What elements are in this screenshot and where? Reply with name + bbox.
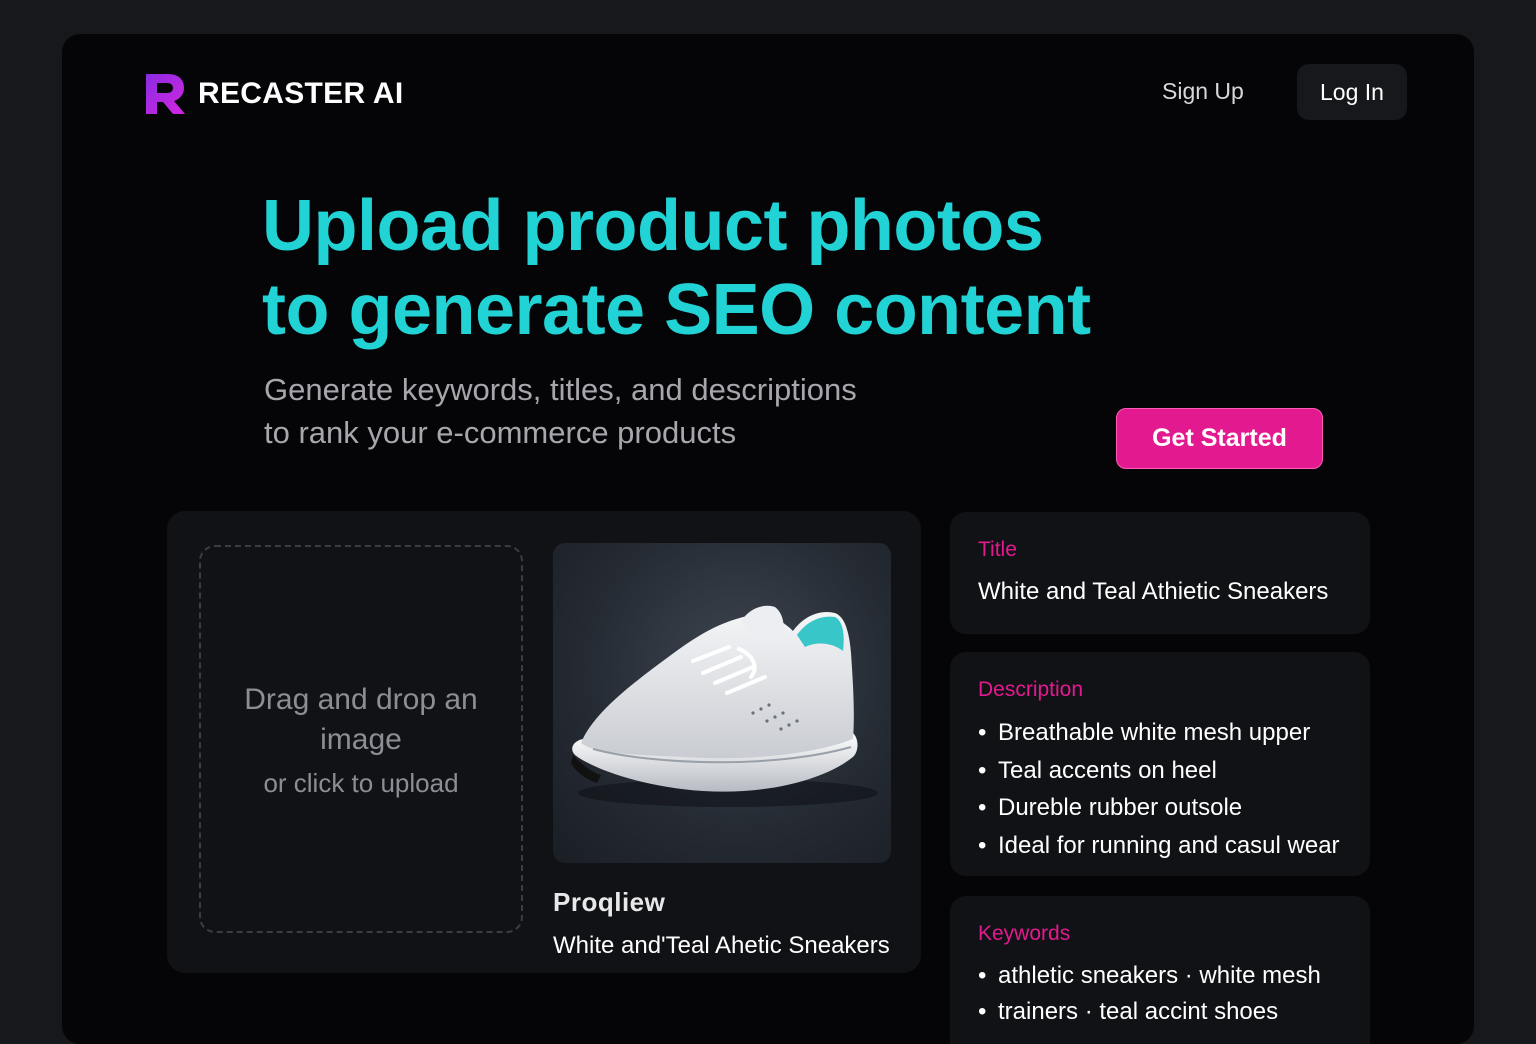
hero-subheading: Generate keywords, titles, and descripti…: [264, 368, 984, 454]
preview-label: Proqliew: [553, 887, 666, 917]
title-card: Title White and Teal Athietic Sneakers: [950, 512, 1370, 634]
hero-headline: Upload product photos to generate SEO co…: [262, 184, 1222, 352]
r-logo-icon: [146, 74, 185, 114]
keywords-label: Keywords: [978, 922, 1071, 945]
title-label: Title: [978, 538, 1017, 561]
dropzone-main-text: Drag and drop an image: [244, 682, 478, 756]
app-window: RECASTER AI Sign Up Log In Upload produc…: [62, 34, 1474, 1044]
list-item: athletic sneakers · white mesh: [978, 958, 1342, 994]
subhead-line-1: Generate keywords, titles, and descripti…: [264, 372, 857, 407]
subhead-line-2: to rank your e-commerce products: [264, 415, 737, 450]
brand-logo[interactable]: RECASTER AI: [144, 72, 404, 116]
dropzone-sub-text: or click to upload: [263, 767, 459, 798]
brand-name: RECASTER AI: [198, 77, 404, 110]
headline-line-1: Upload product photos: [262, 186, 1044, 266]
list-item: Ideal for running and casul wear: [978, 827, 1342, 865]
get-started-button[interactable]: Get Started: [1116, 408, 1323, 469]
sign-up-link[interactable]: Sign Up: [1162, 78, 1244, 105]
preview-product-name: White and'Teal Ahetic Sneakers: [553, 932, 890, 959]
image-dropzone[interactable]: Drag and drop an image or click to uploa…: [199, 545, 523, 933]
list-item: Breathable white mesh upper: [978, 714, 1342, 752]
sneaker-image: [571, 605, 878, 807]
keywords-card: Keywords athletic sneakers · white mesh …: [950, 896, 1370, 1044]
title-value: White and Teal Athietic Sneakers: [978, 578, 1329, 605]
description-card: Description Breathable white mesh upper …: [950, 652, 1370, 876]
list-item: trainers · teal accint shoes: [978, 994, 1342, 1030]
description-label: Description: [978, 678, 1084, 701]
description-list: Breathable white mesh upper Teal accents…: [978, 714, 1342, 864]
keywords-list: athletic sneakers · white mesh trainers …: [978, 958, 1342, 1030]
product-preview-image: [553, 543, 891, 863]
list-item: Dureble rubber outsole: [978, 789, 1342, 827]
list-item: Teal accents on heel: [978, 752, 1342, 790]
upload-panel: Drag and drop an image or click to uploa…: [167, 511, 921, 973]
log-in-button[interactable]: Log In: [1297, 64, 1407, 120]
headline-line-2: to generate SEO content: [262, 270, 1091, 350]
